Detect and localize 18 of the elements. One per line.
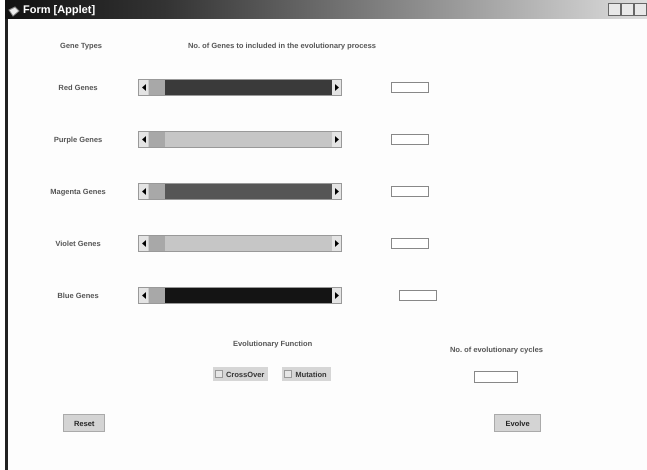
input-field[interactable] [391,134,429,144]
input-field[interactable] [474,371,518,383]
slider-thumb[interactable] [148,132,165,146]
slider-thumb[interactable] [148,288,165,302]
input-field[interactable] [391,238,429,248]
input-field[interactable] [391,186,429,196]
slider[interactable] [138,286,342,304]
input-field[interactable] [399,290,437,300]
slider[interactable] [138,130,342,148]
app-icon [8,4,20,15]
slider[interactable] [138,182,342,200]
slider-thumb[interactable] [148,80,165,94]
slider[interactable] [138,78,342,96]
window-title: Form [Applet] [23,4,96,16]
slider[interactable] [138,234,342,252]
input-field[interactable] [391,82,429,92]
slider-thumb[interactable] [148,236,165,250]
slider-thumb[interactable] [148,184,165,198]
